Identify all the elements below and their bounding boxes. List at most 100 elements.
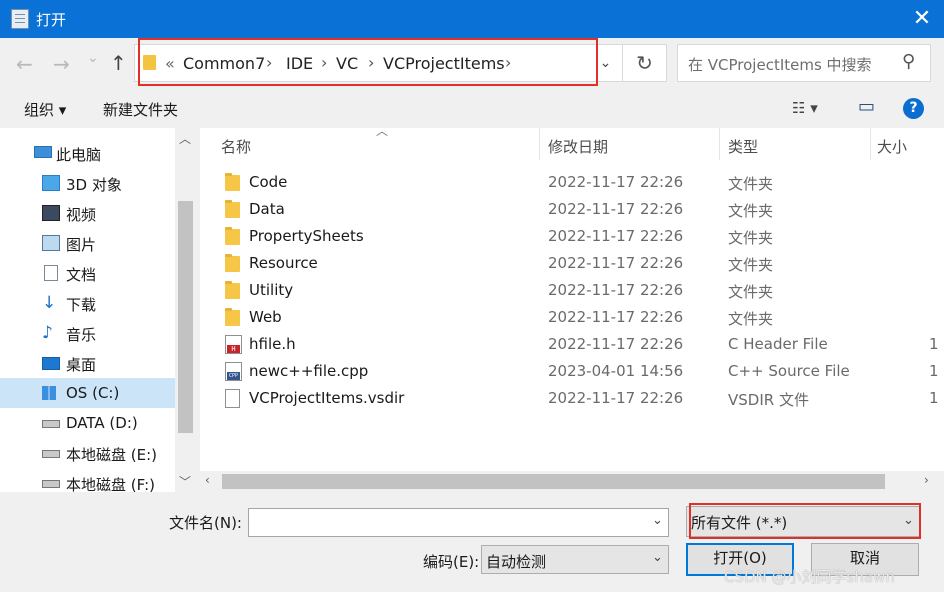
sidebar-item-label: 桌面 [66,356,97,374]
new-folder-button[interactable]: 新建文件夹 [103,99,178,120]
music-icon: ♪ [42,323,53,343]
column-divider[interactable] [870,128,871,160]
file-date: 2023-04-01 14:56 [548,362,684,380]
sidebar-item-label: 音乐 [66,326,97,344]
column-header-type[interactable]: 类型 [728,136,758,157]
refresh-icon[interactable]: ↻ [623,44,667,82]
video-icon [42,205,60,221]
file-type: 文件夹 [728,310,774,328]
encoding-select[interactable]: 自动检测 ⌄ [481,545,669,574]
address-dropdown-icon[interactable]: ⌄ [588,44,623,82]
file-type: VSDIR 文件 [728,391,809,409]
file-name: Code [249,173,288,191]
up-folder-icon[interactable]: ↑ [110,51,127,75]
file-row[interactable]: newc++file.cpp 2023-04-01 14:56 C++ Sour… [200,358,944,385]
sort-ascending-icon: ︿ [376,128,389,138]
file-row[interactable]: VCProjectItems.vsdir 2022-11-17 22:26 VS… [200,385,944,412]
file-row[interactable]: Web 2022-11-17 22:26 文件夹 [200,304,944,331]
file-type: 文件夹 [728,202,774,220]
organize-menu[interactable]: 组织 ▾ [24,99,66,120]
column-header-name[interactable]: 名称 [221,136,251,157]
h-file-icon [225,335,242,354]
folder-icon [225,200,240,218]
file-list: ︿ 名称 修改日期 类型 大小 Code 2022-11-17 22:26 文件… [200,128,944,492]
watermark: CSDN @小刘同学shawn [724,568,895,586]
chevron-down-icon[interactable]: ⌄ [652,550,663,565]
sidebar-item-videos[interactable]: 视频 [0,198,175,228]
folder-icon [225,308,240,326]
navigation-scrollbar[interactable]: ︿ ﹀ [175,128,196,492]
file-date: 2022-11-17 22:26 [548,227,684,245]
file-name: Data [249,200,285,218]
scroll-up-icon[interactable]: ︿ [179,130,191,147]
view-options-icon[interactable]: ☷ ▾ [792,99,818,117]
file-date: 2022-11-17 22:26 [548,200,684,218]
file-type: C++ Source File [728,362,850,380]
scroll-left-icon[interactable]: ‹ [205,473,210,487]
file-date: 2022-11-17 22:26 [548,308,684,326]
chevron-down-icon[interactable]: ⌄ [652,513,663,528]
sidebar-item-label: 文档 [66,266,97,284]
help-icon[interactable]: ? [903,98,924,119]
sidebar-item-documents[interactable]: 文档 [0,258,175,288]
file-row[interactable]: Code 2022-11-17 22:26 文件夹 [200,169,944,196]
sidebar-item-drive-d[interactable]: DATA (D:) [0,408,175,438]
close-icon[interactable]: ✕ [900,0,944,38]
file-name: Resource [249,254,318,272]
sidebar-item-label: 视频 [66,206,97,224]
download-icon: ↓ [42,293,57,313]
navigation-pane: 此电脑 3D 对象 视频 图片 文档 ↓ 下载 ♪ 音乐 桌面 OS (C:) … [0,128,196,492]
column-header-date[interactable]: 修改日期 [548,136,608,157]
folder-icon [225,281,240,299]
cube-3d-icon [42,175,60,191]
filename-input[interactable]: ⌄ [248,508,669,537]
encoding-label: 编码(E): [423,553,480,571]
sidebar-item-drive-c[interactable]: OS (C:) [0,378,175,408]
file-name: PropertySheets [249,227,364,245]
column-divider[interactable] [719,128,720,160]
column-header-size[interactable]: 大小 [877,136,907,157]
sidebar-item-music[interactable]: ♪ 音乐 [0,318,175,348]
sidebar-item-3d-objects[interactable]: 3D 对象 [0,168,175,198]
file-row[interactable]: Resource 2022-11-17 22:26 文件夹 [200,250,944,277]
recent-locations-icon[interactable]: ⌄ [87,50,99,66]
file-type: 文件夹 [728,175,774,193]
file-row[interactable]: Utility 2022-11-17 22:26 文件夹 [200,277,944,304]
back-icon[interactable]: ← [16,52,33,76]
search-icon[interactable]: ⚲ [902,51,915,72]
highlight-box-address [138,38,598,86]
horizontal-scrollbar[interactable]: ‹ › [200,471,944,492]
forward-icon[interactable]: → [53,52,70,76]
scrollbar-thumb[interactable] [222,474,885,489]
sidebar-item-drive-f[interactable]: 本地磁盘 (F:) [0,468,175,492]
scroll-right-icon[interactable]: › [924,473,929,487]
file-date: 2022-11-17 22:26 [548,389,684,407]
sidebar-item-label: 图片 [66,236,97,254]
search-input[interactable]: 在 VCProjectItems 中搜索 ⚲ [677,44,931,82]
highlight-box-filetype [689,503,921,539]
file-row[interactable]: PropertySheets 2022-11-17 22:26 文件夹 [200,223,944,250]
scrollbar-thumb[interactable] [178,201,193,433]
sidebar-item-downloads[interactable]: ↓ 下载 [0,288,175,318]
sidebar-item-desktop[interactable]: 桌面 [0,348,175,378]
sidebar-item-label: 本地磁盘 (E:) [66,446,158,464]
sidebar-item-label: 本地磁盘 (F:) [66,476,155,492]
file-type: 文件夹 [728,256,774,274]
document-icon [44,265,58,281]
computer-icon [34,146,52,158]
preview-pane-icon[interactable]: ▭ [858,96,875,117]
drive-icon [42,420,60,428]
file-row[interactable]: Data 2022-11-17 22:26 文件夹 [200,196,944,223]
window-title: 打开 [36,11,67,29]
drive-icon [42,450,60,458]
sidebar-item-drive-e[interactable]: 本地磁盘 (E:) [0,438,175,468]
sidebar-item-pictures[interactable]: 图片 [0,228,175,258]
sidebar-item-this-pc[interactable]: 此电脑 [0,138,175,168]
file-name: Utility [249,281,294,299]
file-size: 1 [929,389,939,407]
desktop-icon [42,357,60,370]
file-row[interactable]: hfile.h 2022-11-17 22:26 C Header File 1 [200,331,944,358]
file-size: 1 [929,335,939,353]
scroll-down-icon[interactable]: ﹀ [179,473,191,490]
column-divider[interactable] [539,128,540,160]
